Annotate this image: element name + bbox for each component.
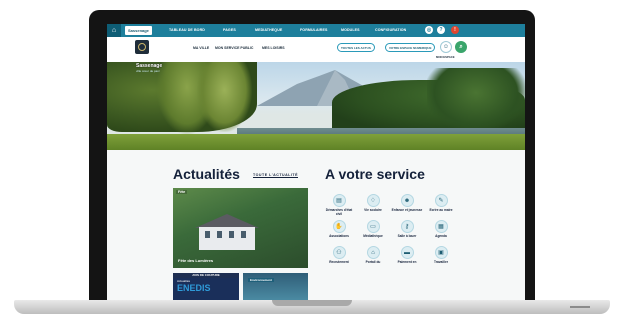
pill-actus-label: TOUTES LES ACTUS — [341, 45, 371, 50]
all-news-link[interactable]: TOUTE L'ACTUALITÉ — [253, 173, 299, 178]
hero-trees-far-right — [427, 68, 525, 130]
svc-travailler[interactable]: ▣ Travailler — [425, 246, 457, 265]
svc-agenda[interactable]: ▦ Agenda — [425, 220, 457, 239]
svc-label: Paiement en — [397, 260, 417, 264]
city-logo[interactable] — [135, 40, 149, 54]
hero-image: Sassenage ville cœur de parc — [107, 62, 525, 150]
people-icon: ⚇ — [332, 246, 346, 259]
svc-vie-scolaire[interactable]: ♢ Vie scolaire — [357, 194, 389, 213]
actualites-title: Actualités — [173, 166, 240, 182]
admin-topbar: ⌂ Sassenage TABLEAU DE BORD PAGES MEDIAT… — [107, 24, 525, 37]
laptop-frame: ⌂ Sassenage TABLEAU DE BORD PAGES MEDIAT… — [0, 0, 624, 324]
user-icon[interactable]: ◎ — [425, 26, 433, 34]
news-card-main[interactable]: Fête Fête des Lumières — [173, 188, 308, 268]
topnav-modules[interactable]: MODULES — [341, 28, 360, 32]
calendar-icon: ▦ — [434, 220, 448, 233]
key-icon: ⚷ — [400, 220, 414, 233]
topnav-formulaires[interactable]: FORMULAIRES — [300, 28, 327, 32]
svc-recrutement[interactable]: ⚇ Recrutement — [323, 246, 355, 265]
topnav-configuration[interactable]: CONFIGURATION — [375, 28, 406, 32]
briefcase-icon: ▣ — [434, 246, 448, 259]
hero-willow-2 — [197, 62, 252, 132]
news-caption: Fête des Lumières — [178, 258, 214, 263]
laptop-indicator — [570, 306, 590, 308]
laptop-notch — [272, 300, 352, 306]
nav-service-public[interactable]: MON SERVICE PUBLIC — [215, 46, 253, 50]
service-title: A votre service — [325, 166, 425, 182]
svc-label: Démarches d'état civil — [325, 208, 353, 216]
news-card-coupure[interactable]: AVIS DE COUPURE Actualités ENEDIS — [173, 273, 239, 300]
nav-ma-ville[interactable]: MA VILLE — [193, 46, 209, 50]
svc-label: Portail du — [365, 260, 381, 264]
news-tag: Fête — [176, 190, 188, 194]
topnav-pages[interactable]: PAGES — [223, 28, 236, 32]
news-card-environnement[interactable]: Environnement — [243, 273, 308, 300]
avis-band: AVIS DE COUPURE — [173, 273, 239, 278]
site-header: MA VILLE MON SERVICE PUBLIC MES LOISIRS … — [107, 37, 525, 62]
pen-icon: ✎ — [434, 194, 448, 207]
svc-label: Médiathèque — [363, 234, 383, 238]
pill-actus[interactable]: TOUTES LES ACTUS — [337, 43, 375, 52]
svc-label: Enfance et jeunesse — [391, 208, 423, 212]
enedis-logo: ENEDIS — [177, 283, 211, 293]
account-icon[interactable]: ☺ — [440, 41, 452, 53]
home-icon[interactable]: ⌂ — [107, 24, 121, 37]
nav-loisirs[interactable]: MES LOISIRS — [262, 46, 285, 50]
svc-enfance[interactable]: ☻ Enfance et jeunesse — [391, 194, 423, 213]
svc-label: Associations — [329, 234, 349, 238]
svc-label: Salle à louer — [397, 234, 417, 238]
svc-label: Ecrire au maire — [429, 208, 453, 212]
main-content: Actualités TOUTE L'ACTUALITÉ Fête Fête d… — [107, 150, 525, 300]
svc-label: Travailler — [434, 260, 448, 264]
svc-salle[interactable]: ⚷ Salle à louer — [391, 220, 423, 239]
card3-tag: Environnement — [248, 278, 274, 282]
city-tab[interactable]: Sassenage — [125, 26, 152, 35]
book-icon: ▭ — [366, 220, 380, 233]
svc-label: Agenda — [435, 234, 447, 238]
svc-mediatheque[interactable]: ▭ Médiathèque — [357, 220, 389, 239]
hero-city-tagline: ville cœur de parc — [136, 69, 160, 73]
pill-espace-label: VOTRE ESPACE NUMERIQUE — [389, 45, 432, 50]
svc-associations[interactable]: ✋ Associations — [323, 220, 355, 239]
svc-etat-civil[interactable]: ▤ Démarches d'état civil — [323, 194, 355, 217]
document-icon: ▤ — [332, 194, 346, 207]
account-label: MON ESPACE — [436, 55, 455, 59]
help-icon[interactable]: ? — [437, 26, 445, 34]
notification-icon[interactable]: ! — [451, 26, 459, 34]
svc-portail[interactable]: ⌂ Portail du — [357, 246, 389, 265]
topnav-mediatheque[interactable]: MEDIATHEQUE — [255, 28, 282, 32]
house-illustration — [195, 214, 259, 250]
search-icon[interactable]: ⌕ — [455, 41, 467, 53]
graduation-icon: ♢ — [366, 194, 380, 207]
house-icon: ⌂ — [366, 246, 380, 259]
hero-grass — [107, 134, 525, 150]
pill-espace-numerique[interactable]: VOTRE ESPACE NUMERIQUE — [385, 43, 436, 52]
svc-label: Vie scolaire — [364, 208, 382, 212]
svc-maire[interactable]: ✎ Ecrire au maire — [425, 194, 457, 213]
handshake-icon: ✋ — [332, 220, 346, 233]
svc-label: Recrutement — [329, 260, 349, 264]
card-icon: ▬ — [400, 246, 414, 259]
svc-paiement[interactable]: ▬ Paiement en — [391, 246, 423, 265]
baby-icon: ☻ — [400, 194, 414, 207]
website-screen: ⌂ Sassenage TABLEAU DE BORD PAGES MEDIAT… — [107, 24, 525, 300]
topnav-dashboard[interactable]: TABLEAU DE BORD — [169, 28, 205, 32]
